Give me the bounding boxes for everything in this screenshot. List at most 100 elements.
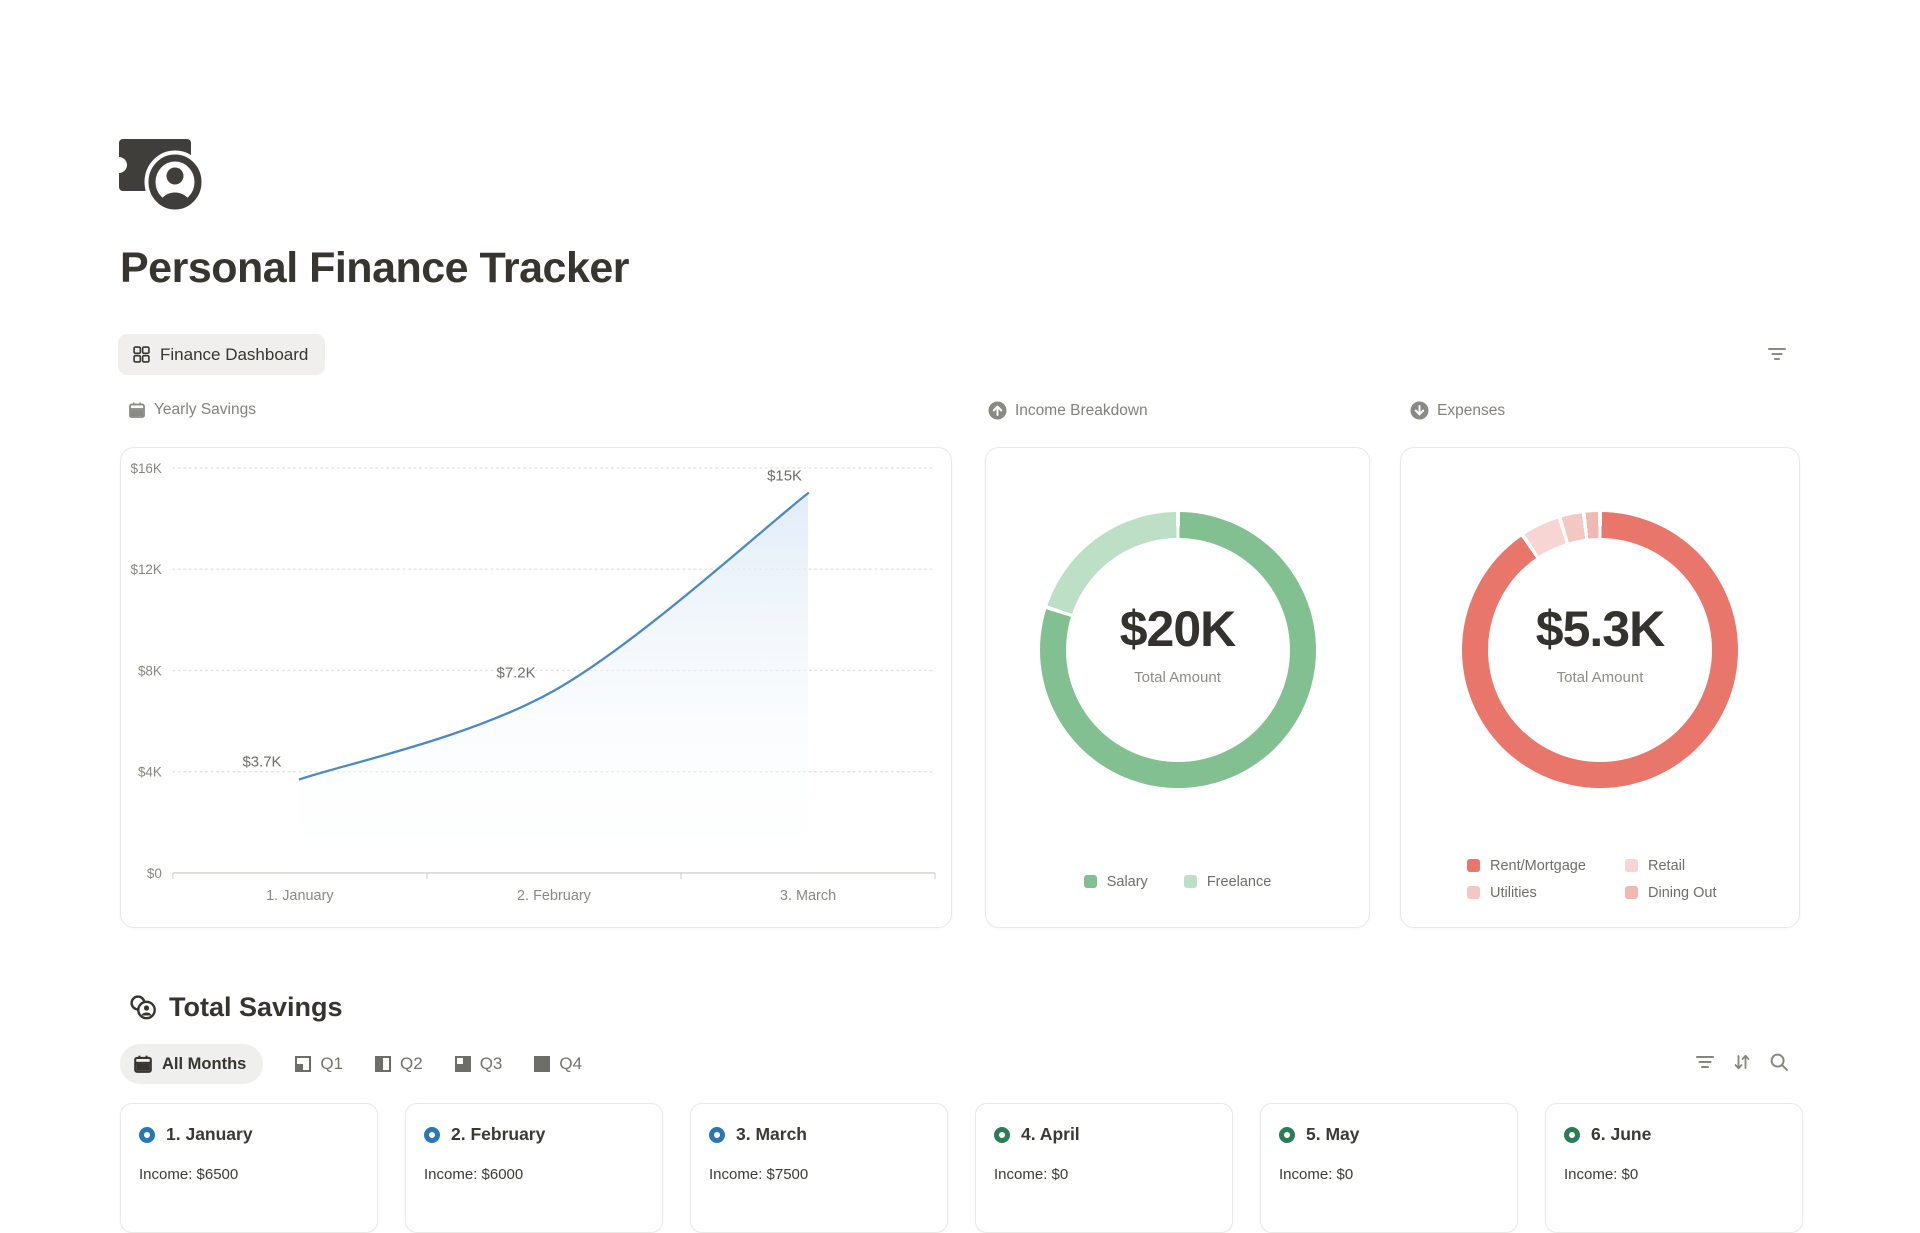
income-total-label: Total Amount	[1134, 669, 1221, 686]
month-card-header: 2. February	[424, 1124, 644, 1145]
search-icon[interactable]	[1768, 1051, 1790, 1073]
legend-swatch	[1467, 859, 1480, 872]
x-axis-tick-label: 1. January	[266, 888, 334, 904]
dashboard-grid-icon	[132, 345, 151, 364]
tab-label: All Months	[162, 1055, 246, 1074]
legend-label: Rent/Mortgage	[1490, 858, 1586, 874]
section-label-expenses: Expenses	[1410, 401, 1505, 420]
expenses-legend: Rent/Mortgage Retail Utilities Dining Out	[1467, 856, 1717, 902]
tab-label: Q4	[559, 1054, 582, 1074]
expenses-donut-chart: $5.3K Total Amount	[1462, 512, 1738, 788]
tab-label: Q3	[480, 1054, 503, 1074]
legend-swatch	[1625, 886, 1638, 899]
view-tab-label: Finance Dashboard	[160, 345, 308, 365]
data-point-label: $7.2K	[497, 665, 536, 682]
month-card-header: 5. May	[1279, 1124, 1499, 1145]
tab-label: Q2	[400, 1054, 423, 1074]
quarter-2-icon	[373, 1054, 393, 1074]
month-card-header: 1. January	[139, 1124, 359, 1145]
quarter-3-icon	[453, 1054, 473, 1074]
legend-item-rent-mortgage: Rent/Mortgage	[1467, 856, 1625, 875]
legend-swatch	[1184, 875, 1197, 888]
status-ring-icon	[994, 1127, 1010, 1143]
legend-item-dining-out: Dining Out	[1625, 883, 1717, 902]
tab-all-months[interactable]: All Months	[120, 1044, 263, 1084]
tab-q4[interactable]: Q4	[532, 1054, 582, 1074]
month-income: Income: $0	[1279, 1166, 1499, 1183]
status-ring-icon	[709, 1127, 725, 1143]
quarter-4-icon	[532, 1054, 552, 1074]
area-fill	[300, 493, 808, 873]
income-total-value: $20K	[1120, 600, 1236, 658]
legend-label: Salary	[1107, 874, 1148, 890]
sort-icon[interactable]	[1731, 1051, 1753, 1073]
x-axis-tick-label: 3. March	[780, 888, 836, 904]
legend-item-salary: Salary	[1084, 872, 1148, 891]
circle-arrow-down-icon	[1410, 401, 1429, 420]
month-card-4-april[interactable]: 4. April Income: $0	[975, 1103, 1233, 1233]
money-with-face-icon	[117, 136, 209, 210]
y-axis-tick-label: $12K	[130, 562, 161, 577]
total-savings-title: Total Savings	[169, 992, 343, 1023]
yearly-savings-line-chart: $0$4K$8K$12K$16K$3.7K$7.2K$15K1. January…	[121, 448, 951, 928]
coins-icon	[128, 994, 158, 1021]
page: Personal Finance Tracker Finance Dashboa…	[0, 0, 1920, 1199]
month-card-header: 6. June	[1564, 1124, 1784, 1145]
y-axis-tick-label: $16K	[130, 461, 161, 476]
month-income: Income: $6500	[139, 1166, 359, 1183]
income-legend: Salary Freelance	[986, 872, 1369, 891]
calendar-icon	[128, 401, 146, 419]
data-point-label: $15K	[767, 467, 802, 484]
month-card-header: 3. March	[709, 1124, 929, 1145]
month-card-2-february[interactable]: 2. February Income: $6000	[405, 1103, 663, 1233]
legend-swatch	[1625, 859, 1638, 872]
status-ring-icon	[1564, 1127, 1580, 1143]
data-point-label: $3.7K	[242, 753, 281, 770]
legend-swatch	[1467, 886, 1480, 899]
month-title: 3. March	[736, 1124, 807, 1145]
month-card-3-march[interactable]: 3. March Income: $7500	[690, 1103, 948, 1233]
status-ring-icon	[1279, 1127, 1295, 1143]
legend-item-retail: Retail	[1625, 856, 1717, 875]
page-title: Personal Finance Tracker	[120, 244, 629, 293]
legend-swatch	[1084, 875, 1097, 888]
month-card-5-may[interactable]: 5. May Income: $0	[1260, 1103, 1518, 1233]
legend-label: Freelance	[1207, 874, 1271, 890]
y-axis-tick-label: $0	[147, 866, 162, 881]
section-label-income-breakdown: Income Breakdown	[988, 401, 1148, 420]
x-axis-tick-label: 2. February	[517, 888, 592, 904]
status-ring-icon	[424, 1127, 440, 1143]
legend-item-freelance: Freelance	[1184, 872, 1271, 891]
yearly-savings-chart-card: $0$4K$8K$12K$16K$3.7K$7.2K$15K1. January…	[120, 447, 952, 928]
legend-item-utilities: Utilities	[1467, 883, 1625, 902]
expenses-chart-card: $5.3K Total Amount Rent/Mortgage Retail Ut…	[1400, 447, 1800, 928]
legend-label: Utilities	[1490, 885, 1537, 901]
section-label-text: Yearly Savings	[154, 401, 256, 419]
tab-q1[interactable]: Q1	[293, 1054, 343, 1074]
months-toolbar	[1694, 1051, 1790, 1073]
month-title: 4. April	[1021, 1124, 1080, 1145]
income-breakdown-chart-card: $20K Total Amount Salary Freelance	[985, 447, 1370, 928]
filter-icon[interactable]	[1694, 1051, 1716, 1073]
total-savings-heading: Total Savings	[128, 992, 343, 1023]
tab-q2[interactable]: Q2	[373, 1054, 423, 1074]
calendar-icon	[133, 1054, 153, 1074]
months-tabs: All Months Q1 Q2 Q3 Q4	[120, 1044, 582, 1084]
section-label-yearly-savings: Yearly Savings	[128, 401, 256, 419]
month-card-1-january[interactable]: 1. January Income: $6500	[120, 1103, 378, 1233]
expenses-total-label: Total Amount	[1557, 669, 1644, 686]
tab-q3[interactable]: Q3	[453, 1054, 503, 1074]
circle-arrow-up-icon	[988, 401, 1007, 420]
month-income: Income: $6000	[424, 1166, 644, 1183]
filter-icon[interactable]	[1764, 341, 1790, 367]
month-income: Income: $0	[994, 1166, 1214, 1183]
month-income: Income: $0	[1564, 1166, 1784, 1183]
month-card-6-june[interactable]: 6. June Income: $0	[1545, 1103, 1803, 1233]
tab-label: Q1	[320, 1054, 343, 1074]
expenses-total-value: $5.3K	[1536, 600, 1664, 658]
tab-finance-dashboard[interactable]: Finance Dashboard	[118, 334, 325, 375]
month-title: 6. June	[1591, 1124, 1651, 1145]
month-title: 2. February	[451, 1124, 545, 1145]
y-axis-tick-label: $4K	[138, 765, 162, 780]
month-title: 1. January	[166, 1124, 253, 1145]
